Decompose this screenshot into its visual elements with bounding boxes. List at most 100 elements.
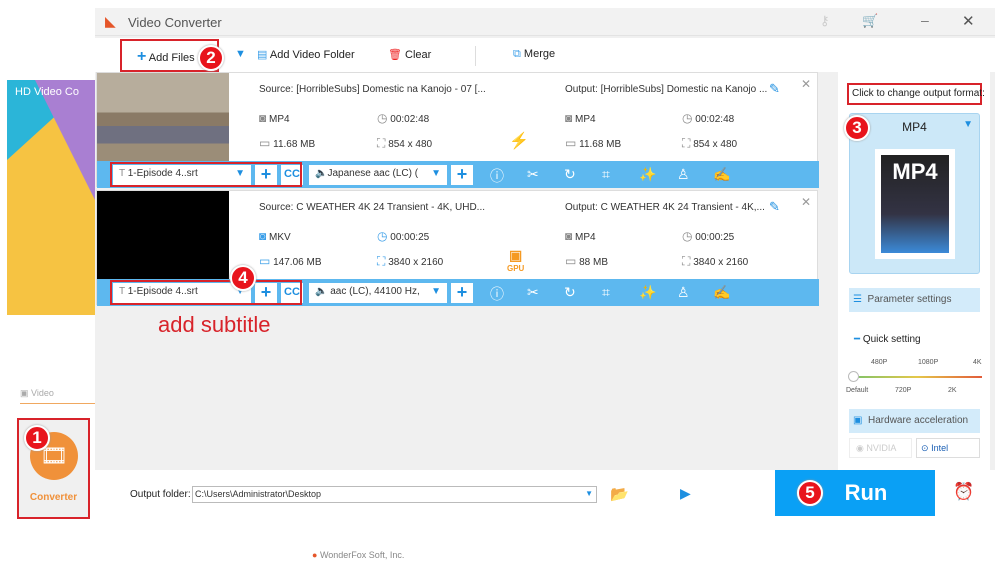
quality-2k: 2K — [948, 387, 957, 394]
converter-label: Converter — [29, 492, 78, 503]
chevron-down-icon: ▼ — [431, 168, 441, 179]
folder-icon: ▤ — [257, 49, 268, 61]
subtitle-highlight — [110, 280, 302, 305]
wonderfox-logo-icon: ● — [312, 550, 318, 560]
audio-dropdown[interactable]: 🔈 aac (LC), 44100 Hz, ▼ — [309, 283, 447, 303]
source-resolution: 854 x 480 — [388, 139, 433, 150]
crop-icon[interactable]: ⌗ — [602, 284, 610, 301]
add-subtitle-annotation: add subtitle — [158, 312, 271, 337]
quick-setting-icon: ━ — [854, 334, 861, 345]
step-2-badge: 2 — [198, 45, 224, 71]
quality-1080p: 1080P — [918, 359, 939, 366]
file-size-icon: ▭ — [565, 136, 577, 150]
watermark-stamp-icon[interactable]: ♙ — [677, 284, 690, 301]
resolution-icon: ⛶ — [682, 136, 691, 150]
format-selector[interactable]: MP4 ▼ MP4 — [849, 113, 980, 274]
add-files-dropdown-icon[interactable]: ▼ — [235, 48, 246, 60]
crop-icon[interactable]: ⌗ — [602, 166, 610, 183]
subtitle-highlight — [110, 162, 302, 187]
title-bar: ◣ Video Converter ⚷ 🛒 – ✕ — [95, 8, 995, 36]
add-audio-button[interactable]: + — [451, 283, 473, 303]
info-icon[interactable]: ⓘ — [490, 284, 504, 304]
watermark-stamp-icon[interactable]: ♙ — [677, 166, 690, 183]
footer: ● WonderFox Soft, Inc. — [312, 550, 404, 560]
merge-button[interactable]: ⧉ Merge — [513, 48, 555, 61]
remove-file-icon[interactable]: ✕ — [801, 195, 811, 209]
output-folder-input[interactable]: C:\Users\Administrator\Desktop ▼ — [192, 486, 597, 503]
edit-name-icon[interactable]: ✎ — [769, 81, 780, 97]
footer-text: WonderFox Soft, Inc. — [319, 550, 405, 560]
quality-default: Default — [846, 387, 869, 394]
parameter-settings-button[interactable]: ☰ Parameter settings — [849, 288, 980, 312]
video-thumbnail[interactable] — [97, 191, 229, 279]
video-output-icon[interactable]: ▶ — [680, 485, 691, 502]
output-duration: 00:02:48 — [695, 114, 735, 125]
rotate-icon[interactable]: ↻ — [564, 166, 576, 183]
rotate-icon[interactable]: ↻ — [564, 284, 576, 301]
splash-title: HD Video Co — [15, 86, 79, 98]
video-icon: ▣ — [20, 388, 29, 398]
merge-icon: ⧉ — [513, 48, 521, 60]
add-audio-button[interactable]: + — [451, 165, 473, 185]
output-resolution: 854 x 480 — [693, 139, 738, 150]
intel-logo-icon: ⊙ — [921, 443, 929, 453]
lightning-icon: ⚡ — [509, 133, 529, 150]
metadata-edit-icon[interactable]: ✍ — [713, 284, 730, 301]
nvidia-option[interactable]: ◉ NVIDIA — [849, 438, 912, 458]
format-icon: ◙ — [259, 111, 267, 125]
clock-icon: ◷ — [377, 111, 388, 125]
effects-wand-icon[interactable]: ✨ — [639, 284, 656, 301]
bottom-bar: Output folder: C:\Users\Administrator\De… — [95, 470, 995, 520]
output-folder-value: C:\Users\Administrator\Desktop — [195, 489, 322, 499]
output-format: MP4 — [575, 232, 596, 243]
scissors-icon[interactable]: ✂ — [527, 166, 539, 183]
add-video-folder-button[interactable]: ▤ Add Video Folder — [257, 48, 355, 61]
intel-option[interactable]: ⊙ Intel — [916, 438, 980, 458]
scissors-icon[interactable]: ✂ — [527, 284, 539, 301]
minimize-icon[interactable]: – — [921, 12, 929, 28]
chevron-down-icon: ▼ — [963, 119, 973, 130]
step-5-badge: 5 — [797, 480, 823, 506]
clock-icon: ◷ — [377, 229, 388, 243]
divider — [475, 46, 476, 66]
file-size-icon: ▭ — [565, 254, 577, 268]
quality-slider-track[interactable] — [852, 376, 982, 378]
sidebar-video-tab[interactable]: ▣ Video — [20, 388, 95, 404]
chip-icon: ▣ — [853, 415, 863, 426]
file-size-icon: ▭ — [259, 254, 271, 268]
key-icon[interactable]: ⚷ — [820, 13, 830, 29]
video-thumbnail[interactable] — [97, 73, 229, 161]
mp4-format-icon: MP4 — [875, 149, 955, 259]
window-title: Video Converter — [128, 15, 222, 30]
step-4-badge: 4 — [230, 265, 256, 291]
gpu-label: GPU — [507, 264, 525, 273]
metadata-edit-icon[interactable]: ✍ — [713, 166, 730, 183]
step-1-badge: 1 — [24, 425, 50, 451]
chevron-down-icon: ▼ — [431, 286, 441, 297]
open-folder-icon[interactable]: 📂 — [610, 485, 629, 503]
cart-icon[interactable]: 🛒 — [862, 13, 878, 29]
quality-480p: 480P — [871, 359, 888, 366]
effects-wand-icon[interactable]: ✨ — [639, 166, 656, 183]
quality-slider-handle[interactable] — [848, 371, 859, 382]
close-icon[interactable]: ✕ — [962, 12, 975, 30]
quick-setting-text: Quick setting — [862, 334, 921, 345]
source-duration: 00:02:48 — [390, 114, 430, 125]
audio-dropdown[interactable]: 🔈Japanese aac (LC) (▼ — [309, 165, 447, 185]
hardware-acceleration-button[interactable]: ▣ Hardware acceleration — [849, 409, 980, 433]
info-icon[interactable]: ⓘ — [490, 166, 504, 186]
step-3-badge: 3 — [844, 115, 870, 141]
alarm-clock-icon[interactable]: ⏰ — [953, 482, 974, 502]
clear-button[interactable]: 🗑 Clear — [388, 48, 431, 61]
source-size: 147.06 MB — [273, 257, 322, 268]
source-name: Source: C WEATHER 4K 24 Transient - 4K, … — [259, 202, 485, 213]
parameter-settings-label: Parameter settings — [867, 294, 952, 305]
output-duration: 00:00:25 — [695, 232, 735, 243]
nvidia-icon: ◉ — [856, 443, 864, 453]
format-icon: ◙ — [565, 111, 573, 125]
chevron-down-icon[interactable]: ▼ — [585, 489, 593, 498]
output-format: MP4 — [575, 114, 596, 125]
edit-name-icon[interactable]: ✎ — [769, 199, 780, 215]
splash-background: HD Video Co — [7, 80, 95, 315]
remove-file-icon[interactable]: ✕ — [801, 77, 811, 91]
